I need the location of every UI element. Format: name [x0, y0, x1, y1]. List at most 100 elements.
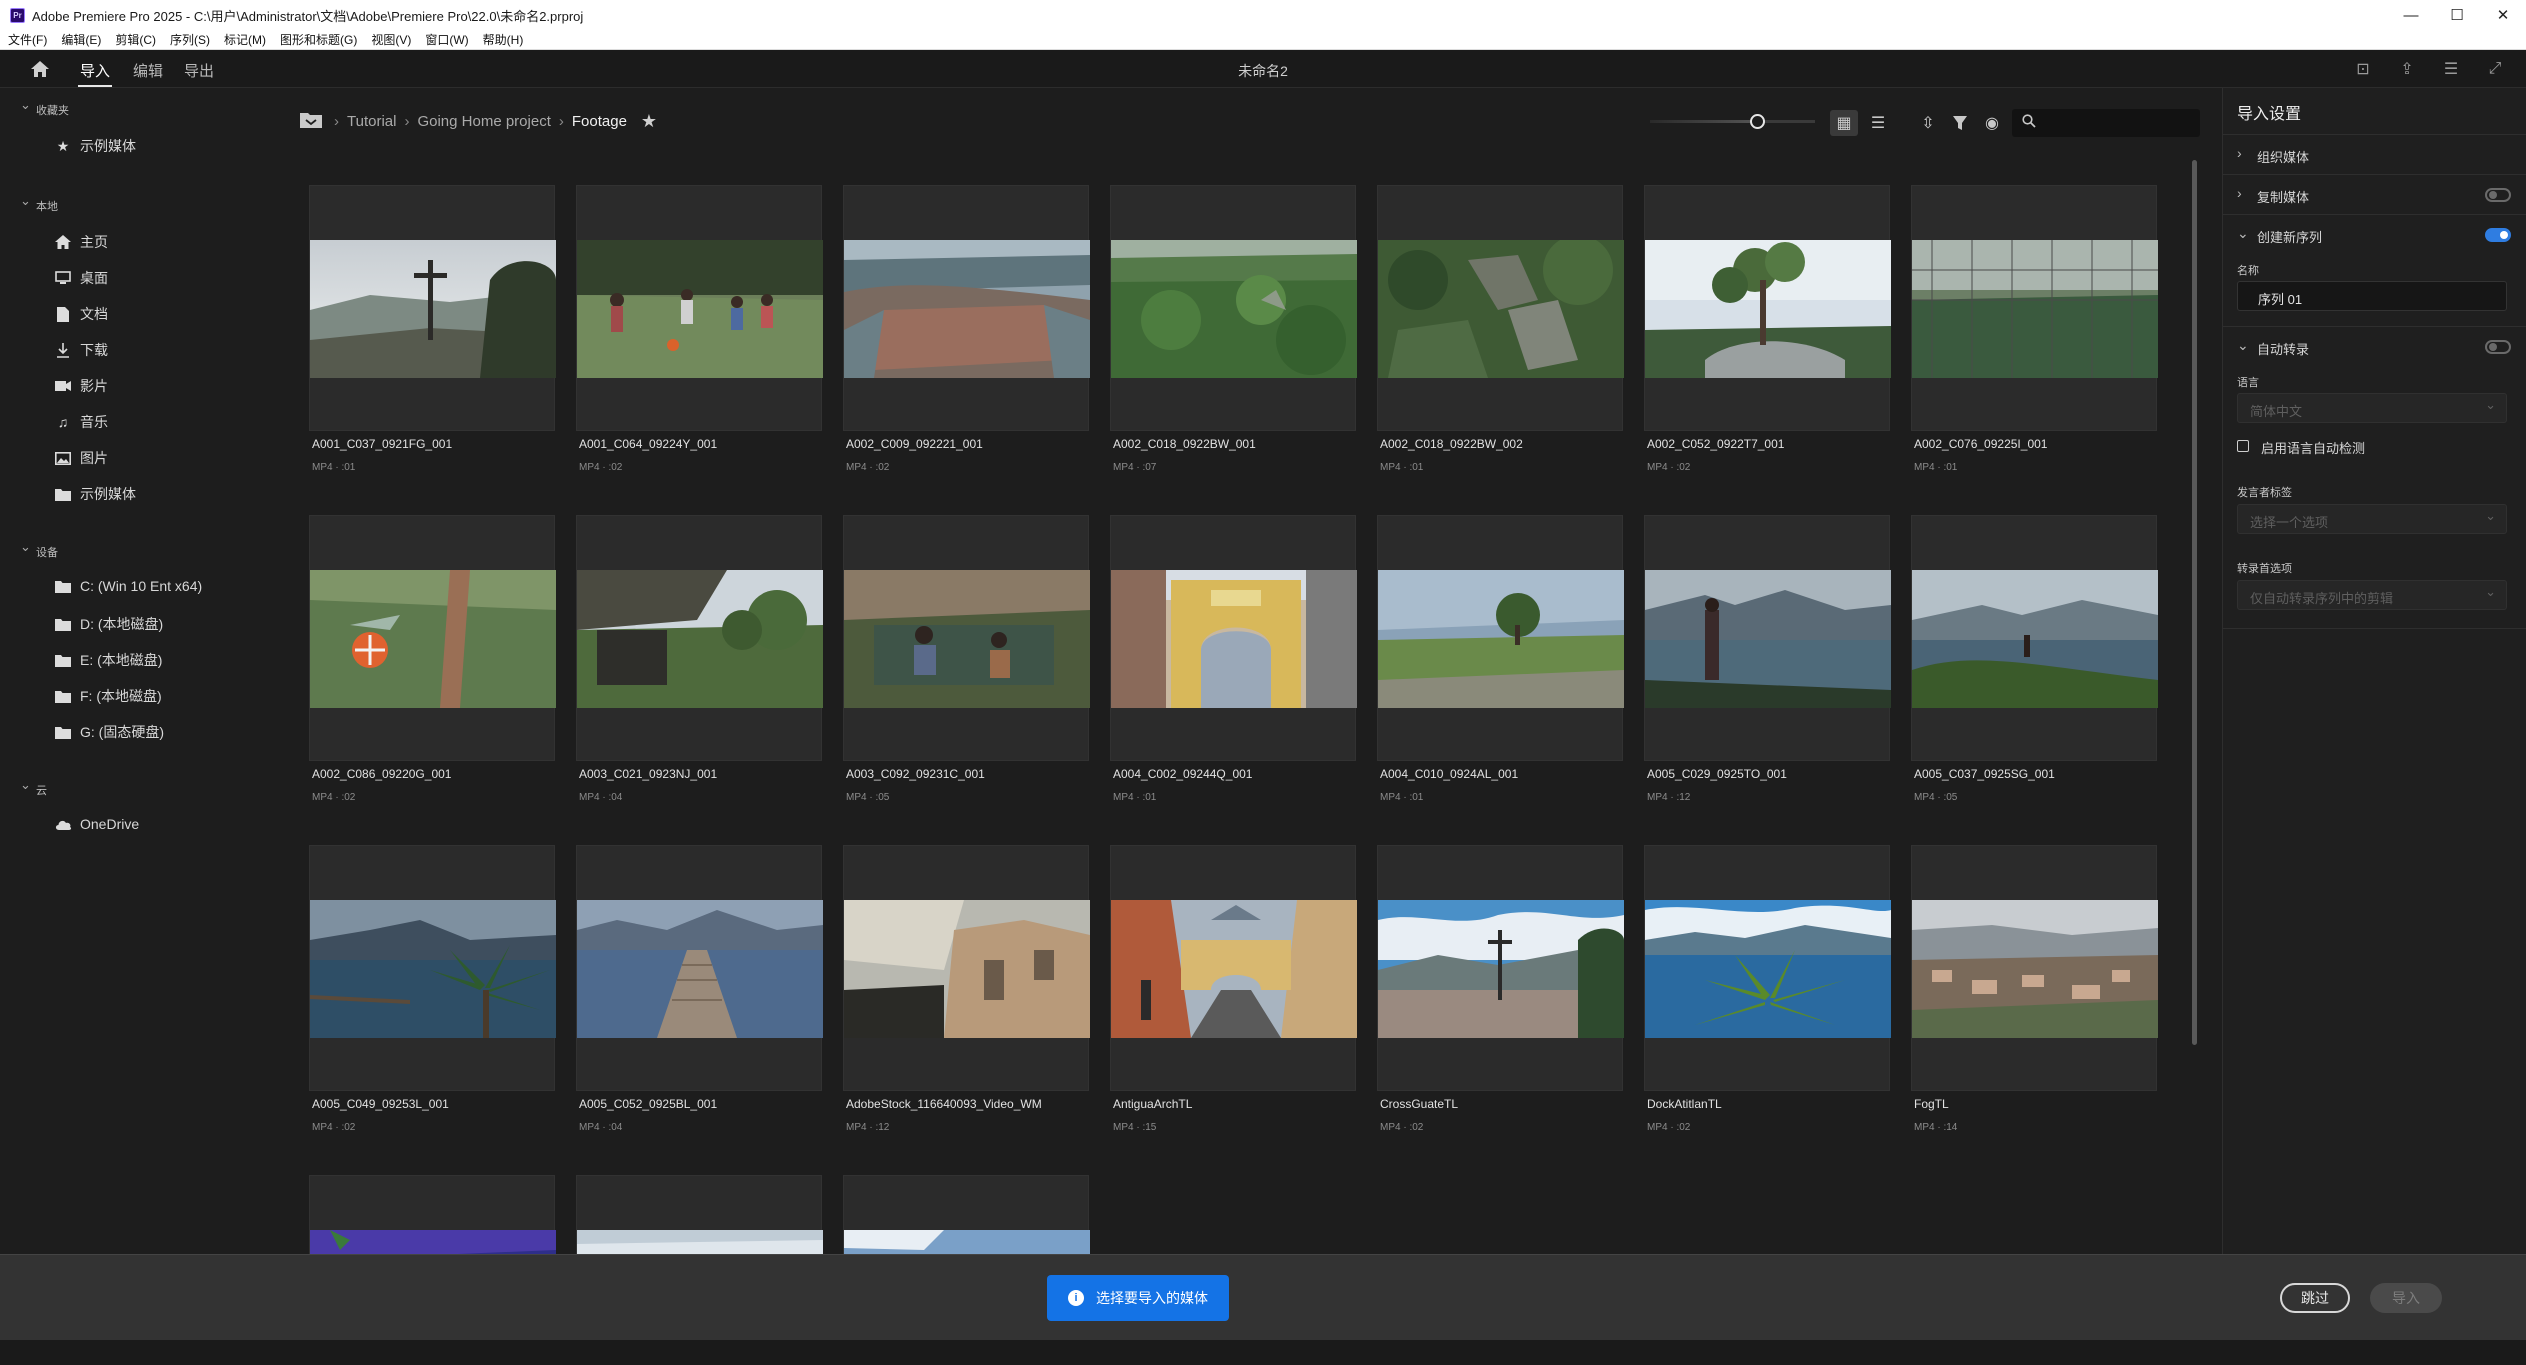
- clip-card[interactable]: [1110, 185, 1357, 431]
- slider-knob[interactable]: [1750, 114, 1765, 129]
- transcribe-options-select[interactable]: 仅自动转录序列中的剪辑: [2237, 580, 2507, 610]
- clip-card[interactable]: [843, 515, 1090, 761]
- search-input[interactable]: [2012, 109, 2200, 137]
- menu-graphics[interactable]: 图形和标题(G): [280, 31, 357, 48]
- clip-card[interactable]: [576, 1175, 823, 1254]
- clip-card[interactable]: [1911, 185, 2158, 431]
- workspaces-icon[interactable]: ☰: [2440, 58, 2462, 80]
- breadcrumb-going-home[interactable]: Going Home project: [417, 113, 550, 130]
- grid-view-icon[interactable]: ▦: [1830, 110, 1858, 136]
- organize-media-row[interactable]: › 组织媒体: [2223, 134, 2526, 174]
- close-button[interactable]: ✕: [2480, 0, 2526, 30]
- sequence-name-field[interactable]: 序列 01: [2237, 281, 2507, 311]
- list-view-icon[interactable]: ☰: [1864, 110, 1892, 136]
- sidebar-item-drive-f[interactable]: F: (本地磁盘): [54, 686, 162, 706]
- sidebar-item-pictures[interactable]: 图片: [54, 448, 108, 468]
- clip-card[interactable]: [309, 515, 556, 761]
- grid-scrollbar[interactable]: [2192, 160, 2197, 1045]
- menu-edit[interactable]: 编辑(E): [61, 31, 101, 48]
- sidebar-item-label: 图片: [80, 450, 108, 466]
- sidebar-item-onedrive[interactable]: OneDrive: [54, 816, 139, 832]
- header-right-icons: ⊡ ⇪ ☰ ⤢: [2330, 58, 2506, 80]
- clip-card[interactable]: [1911, 515, 2158, 761]
- section-favorites[interactable]: 收藏夹: [20, 97, 69, 118]
- share-icon[interactable]: ⇪: [2396, 58, 2418, 80]
- menu-markers[interactable]: 标记(M): [224, 31, 266, 48]
- sidebar-item-drive-g[interactable]: G: (固态硬盘): [54, 722, 164, 742]
- menu-window[interactable]: 窗口(W): [425, 31, 468, 48]
- clip-card[interactable]: [576, 845, 823, 1091]
- clip-thumbnail: [1111, 900, 1357, 1038]
- quick-export-icon[interactable]: ⊡: [2352, 58, 2374, 80]
- language-label: 语言: [2237, 377, 2259, 389]
- clip-card[interactable]: [1110, 515, 1357, 761]
- menu-help[interactable]: 帮助(H): [483, 31, 524, 48]
- clip-thumbnail: [577, 1230, 823, 1254]
- sidebar-item-music[interactable]: ♫ 音乐: [54, 412, 108, 432]
- clip-card[interactable]: [576, 185, 823, 431]
- sidebar-item-home[interactable]: 主页: [54, 232, 108, 252]
- sidebar-item-drive-c[interactable]: C: (Win 10 Ent x64): [54, 578, 202, 594]
- select-media-info[interactable]: i 选择要导入的媒体: [1047, 1275, 1229, 1321]
- section-local[interactable]: 本地: [20, 193, 58, 214]
- sidebar-item-sample-media[interactable]: 示例媒体: [54, 484, 136, 504]
- speaker-select[interactable]: 选择一个选项: [2237, 504, 2507, 534]
- clip-card[interactable]: [843, 845, 1090, 1091]
- menu-view[interactable]: 视图(V): [371, 31, 411, 48]
- create-sequence-toggle[interactable]: [2485, 228, 2511, 242]
- tab-export[interactable]: 导出: [184, 60, 214, 81]
- sidebar-item-downloads[interactable]: 下载: [54, 340, 108, 360]
- clip-card[interactable]: [309, 1175, 556, 1254]
- sidebar-item-desktop[interactable]: 桌面: [54, 268, 108, 288]
- skip-button[interactable]: 跳过: [2280, 1283, 2350, 1313]
- breadcrumb-separator: ›: [334, 113, 339, 130]
- menu-file[interactable]: 文件(F): [8, 31, 47, 48]
- clip-card[interactable]: [309, 185, 556, 431]
- sidebar-item-sample-media-fav[interactable]: ★ 示例媒体: [54, 136, 136, 156]
- clip-card[interactable]: [576, 515, 823, 761]
- tab-edit[interactable]: 编辑: [133, 60, 163, 81]
- copy-media-toggle[interactable]: [2485, 188, 2511, 202]
- clip-card[interactable]: [1644, 515, 1891, 761]
- breadcrumb-tutorial[interactable]: Tutorial: [347, 113, 396, 130]
- import-button[interactable]: 导入: [2370, 1283, 2442, 1313]
- filter-icon[interactable]: [1946, 110, 1974, 136]
- sidebar-item-drive-d[interactable]: D: (本地磁盘): [54, 614, 163, 634]
- favorite-star-icon[interactable]: ★: [641, 111, 657, 132]
- sidebar-item-drive-e[interactable]: E: (本地磁盘): [54, 650, 162, 670]
- clip-card[interactable]: [1377, 845, 1624, 1091]
- clip-card[interactable]: [843, 1175, 1090, 1254]
- thumbnail-size-slider[interactable]: [1650, 114, 1815, 129]
- sort-icon[interactable]: ⇳: [1914, 110, 1942, 136]
- sidebar-item-documents[interactable]: 文档: [54, 304, 108, 324]
- clip-card[interactable]: [1911, 845, 2158, 1091]
- auto-transcribe-toggle[interactable]: [2485, 340, 2511, 354]
- breadcrumb-footage[interactable]: Footage: [572, 113, 627, 130]
- auto-transcribe-row[interactable]: ⌄ 自动转录: [2223, 326, 2526, 366]
- create-sequence-row[interactable]: ⌄ 创建新序列: [2223, 214, 2526, 254]
- clip-card[interactable]: [843, 185, 1090, 431]
- clip-meta: MP4 · :12: [1647, 792, 1691, 803]
- maximize-button[interactable]: ☐: [2434, 0, 2480, 30]
- clip-card[interactable]: [1644, 845, 1891, 1091]
- section-cloud[interactable]: 云: [20, 777, 47, 798]
- minimize-button[interactable]: —: [2388, 0, 2434, 30]
- tab-import[interactable]: 导入: [77, 60, 113, 87]
- menu-sequence[interactable]: 序列(S): [170, 31, 210, 48]
- clip-card[interactable]: [1644, 185, 1891, 431]
- clip-card[interactable]: [309, 845, 556, 1091]
- fullscreen-icon[interactable]: ⤢: [2484, 58, 2506, 80]
- menu-clip[interactable]: 剪辑(C): [115, 31, 156, 48]
- sidebar-item-videos[interactable]: 影片: [54, 376, 108, 396]
- auto-detect-checkbox[interactable]: [2237, 440, 2249, 452]
- clip-card[interactable]: [1377, 515, 1624, 761]
- language-select[interactable]: 简体中文: [2237, 393, 2507, 423]
- copy-media-row[interactable]: › 复制媒体: [2223, 174, 2526, 214]
- eye-icon[interactable]: ◉: [1978, 110, 2006, 136]
- home-icon[interactable]: [30, 60, 50, 78]
- clip-thumbnail: [310, 900, 556, 1038]
- folder-browse-icon[interactable]: [300, 111, 322, 132]
- clip-card[interactable]: [1377, 185, 1624, 431]
- clip-card[interactable]: [1110, 845, 1357, 1091]
- section-devices[interactable]: 设备: [20, 539, 58, 560]
